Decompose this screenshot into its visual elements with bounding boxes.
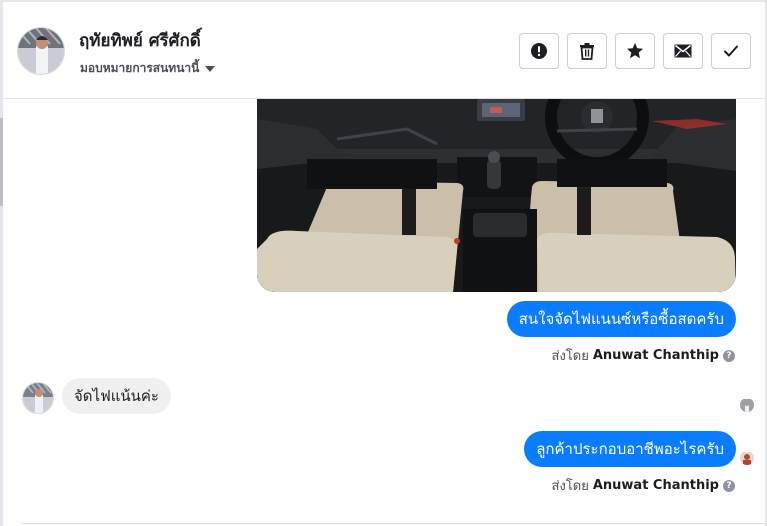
outgoing-message-bubble[interactable]: สนใจจัดไฟแนนซ์หรือซื้อสดครับ (506, 301, 736, 337)
composer-divider (22, 523, 765, 524)
delete-button[interactable] (567, 33, 607, 69)
car-interior-photo[interactable] (257, 99, 736, 292)
mark-unread-button[interactable] (663, 33, 703, 69)
contact-avatar-small[interactable] (22, 382, 54, 414)
header-actions (519, 33, 751, 69)
sent-by-prefix: ส่งโดย (551, 479, 589, 494)
caret-down-icon (205, 66, 216, 72)
incoming-message-bubble[interactable]: จัดไฟแน้นค่ะ (62, 378, 171, 414)
scroll-indicator[interactable] (0, 118, 3, 206)
mark-spam-button[interactable] (519, 33, 559, 69)
check-icon (724, 45, 738, 57)
trash-icon (580, 43, 594, 60)
seen-by-avatar (740, 451, 754, 465)
seen-by-avatar (740, 398, 754, 412)
sent-by-line: ส่งโดย Anuwat Chanthip ? (552, 475, 735, 496)
conversation-header: ฤทัยทิพย์ ศรีศักดิ์ มอบหมายการสนทนานี้ (3, 2, 765, 99)
contact-avatar[interactable] (17, 27, 65, 75)
outgoing-message-bubble[interactable]: ลูกค้าประกอบอาชีพอะไรครับ (524, 431, 736, 467)
assign-label: มอบหมายการสนทนานี้ (80, 61, 200, 75)
mark-done-button[interactable] (711, 33, 751, 69)
help-icon[interactable]: ? (723, 479, 735, 492)
agent-name: Anuwat Chanthip (592, 478, 719, 493)
assign-conversation-dropdown[interactable]: มอบหมายการสนทนานี้ (80, 59, 216, 78)
help-icon[interactable]: ? (723, 349, 735, 362)
star-button[interactable] (615, 33, 655, 69)
sent-by-prefix: ส่งโดย (551, 349, 589, 364)
exclamation-circle-icon (531, 43, 547, 59)
agent-name: Anuwat Chanthip (592, 348, 719, 363)
star-icon (627, 43, 643, 59)
sent-by-line: ส่งโดย Anuwat Chanthip ? (552, 345, 735, 366)
contact-name: ฤทัยทิพย์ ศรีศักดิ์ (79, 31, 201, 51)
envelope-icon (674, 44, 692, 58)
